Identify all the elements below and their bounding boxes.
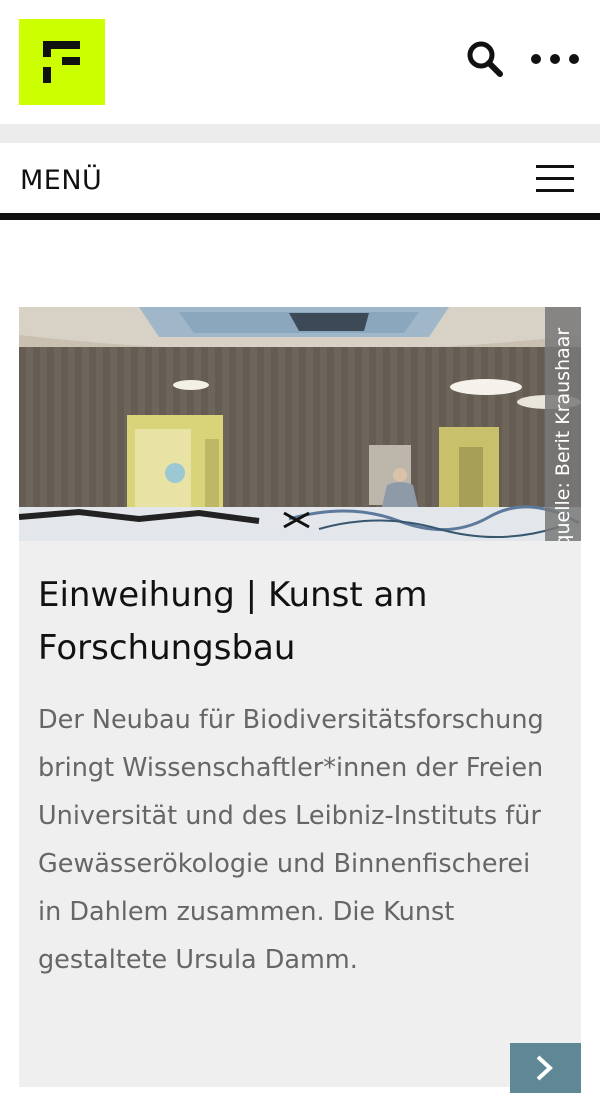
menu-bar-underline [0, 213, 600, 220]
image-credit: Bildquelle: Berit Kraushaar [552, 327, 574, 541]
site-header [0, 0, 600, 124]
article-title[interactable]: Einweihung | Kunst am Forschungsbau [38, 569, 528, 675]
more-horizontal-icon[interactable] [530, 52, 580, 66]
search-icon[interactable] [466, 40, 504, 78]
menu-bar[interactable]: MENÜ [0, 143, 600, 214]
article-teaser: Der Neubau für Biodiversitätsforschung b… [38, 705, 544, 975]
article-image[interactable]: Bildquelle: Berit Kraushaar [19, 307, 581, 541]
logo-mark-mid [62, 57, 80, 65]
logo[interactable] [19, 19, 105, 105]
image-credit-badge: Bildquelle: Berit Kraushaar [545, 307, 581, 541]
article-card[interactable]: Bildquelle: Berit Kraushaar Einweihung |… [19, 307, 581, 1093]
next-button[interactable] [510, 1043, 581, 1093]
header-separator-strip [0, 124, 600, 143]
hamburger-icon[interactable] [536, 165, 574, 193]
logo-mark-stem-bottom [43, 67, 51, 83]
chevron-right-icon [536, 1055, 553, 1081]
article-photo [19, 307, 581, 541]
logo-mark-stem-top [43, 41, 51, 57]
menu-label[interactable]: MENÜ [20, 165, 102, 196]
